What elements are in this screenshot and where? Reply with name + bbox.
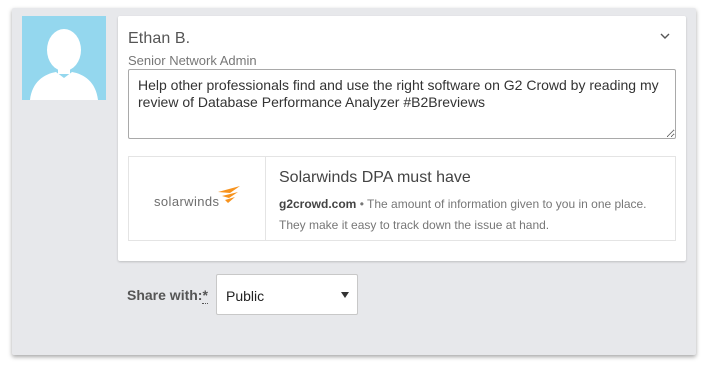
post-card: Ethan B. Senior Network Admin Help other… xyxy=(118,16,686,261)
preview-logo: solarwinds xyxy=(129,157,266,240)
preview-title: Solarwinds DPA must have xyxy=(279,169,471,186)
solarwinds-logo-text: solarwinds xyxy=(154,194,220,209)
chevron-down-icon[interactable] xyxy=(658,29,672,43)
share-visibility-select[interactable]: Public xyxy=(216,274,358,315)
preview-separator: • xyxy=(356,197,368,211)
link-preview[interactable]: solarwinds Solarwinds DPA must have g2cr… xyxy=(128,156,676,241)
share-with-text: Share with: xyxy=(127,287,203,303)
user-name: Ethan B. xyxy=(128,30,191,47)
user-title: Senior Network Admin xyxy=(128,53,257,68)
solarwinds-bird-icon xyxy=(218,186,240,203)
required-marker: * xyxy=(202,287,208,304)
default-user-silhouette-icon xyxy=(30,29,98,100)
avatar xyxy=(22,16,106,100)
preview-description: g2crowd.com • The amount of information … xyxy=(279,194,669,236)
preview-domain: g2crowd.com xyxy=(279,197,357,211)
message-textarea[interactable]: Help other professionals find and use th… xyxy=(128,69,676,139)
share-with-label: Share with:* xyxy=(127,287,208,304)
share-selected-value: Public xyxy=(226,288,265,304)
dropdown-arrow-icon xyxy=(341,292,349,298)
